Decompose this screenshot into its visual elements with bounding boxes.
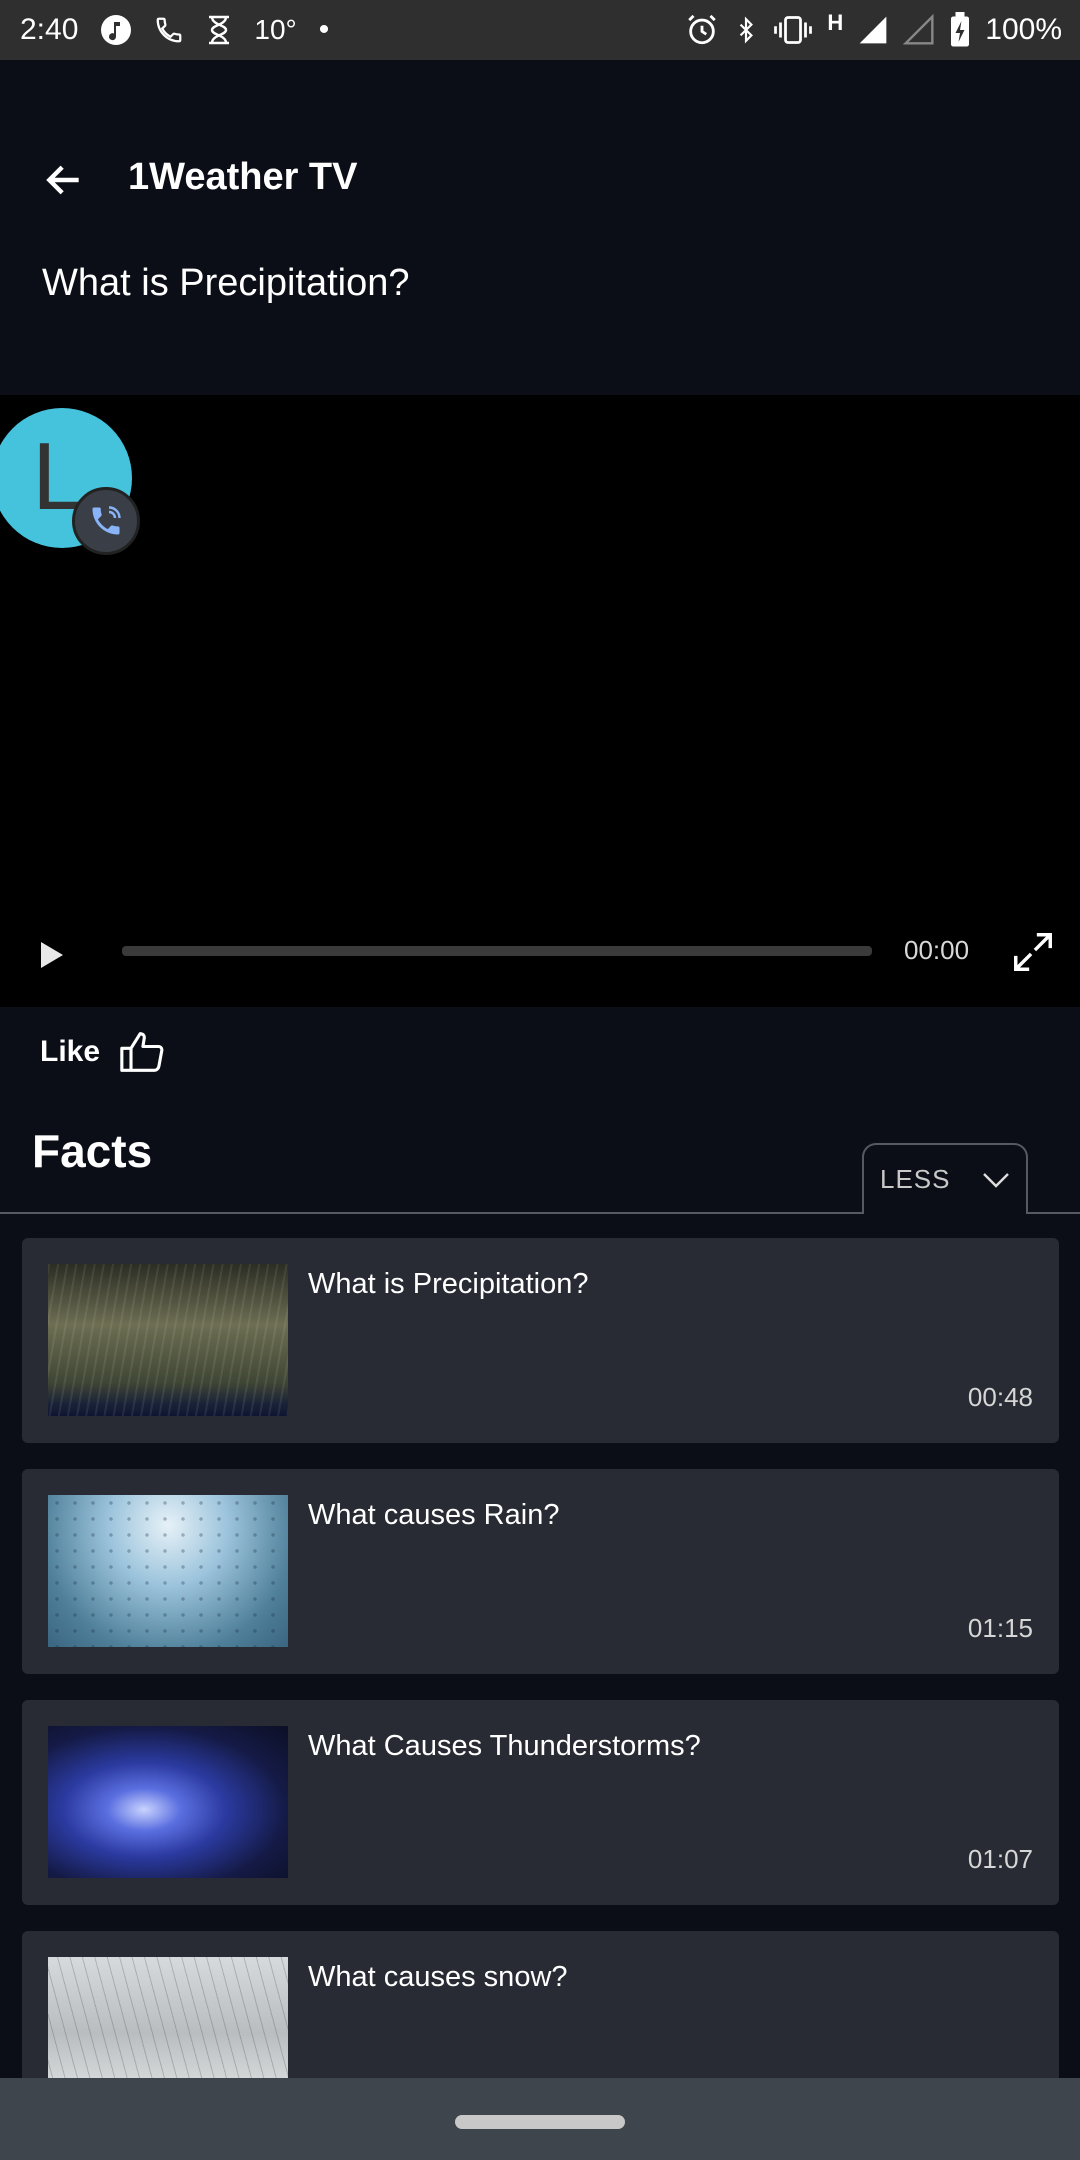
status-time: 2:40 bbox=[20, 13, 79, 46]
fact-card[interactable]: What causes Rain? 01:15 bbox=[22, 1469, 1059, 1674]
fact-thumbnail bbox=[48, 1726, 288, 1878]
call-badge bbox=[72, 487, 140, 555]
page-title: 1Weather TV bbox=[128, 156, 358, 198]
play-icon bbox=[41, 942, 63, 968]
network-type: H bbox=[827, 10, 844, 35]
status-bar: 2:40 10° • H 100% bbox=[0, 0, 1080, 60]
fact-duration: 00:48 bbox=[967, 1382, 1033, 1412]
less-label: LESS bbox=[880, 1164, 951, 1194]
alarm-icon bbox=[685, 13, 719, 47]
fact-thumbnail bbox=[48, 1495, 288, 1647]
status-dot: • bbox=[318, 13, 330, 46]
signal-icon bbox=[857, 14, 889, 46]
fullscreen-button[interactable] bbox=[1008, 927, 1058, 977]
back-button[interactable] bbox=[36, 152, 92, 208]
bluetooth-icon bbox=[733, 13, 759, 47]
fact-duration: 01:15 bbox=[967, 1613, 1033, 1643]
facts-heading: Facts bbox=[32, 1125, 153, 1177]
playback-time: 00:00 bbox=[904, 935, 970, 965]
thumbs-up-icon bbox=[120, 1032, 164, 1072]
wifi-call-icon bbox=[92, 506, 121, 535]
play-button[interactable] bbox=[32, 935, 72, 975]
fact-card[interactable]: What Causes Thunderstorms? 01:07 bbox=[22, 1700, 1059, 1905]
fullscreen-icon bbox=[1014, 933, 1052, 971]
battery-charging-icon bbox=[949, 12, 971, 48]
like-button[interactable]: Like bbox=[40, 1024, 166, 1080]
hourglass-icon bbox=[206, 15, 232, 45]
video-title: What is Precipitation? bbox=[42, 262, 410, 304]
vibrate-icon bbox=[773, 14, 813, 46]
fact-title: What Causes Thunderstorms? bbox=[308, 1730, 701, 1762]
fact-title: What causes Rain? bbox=[308, 1499, 560, 1531]
fact-duration: 01:07 bbox=[967, 1844, 1033, 1874]
chevron-down-icon bbox=[983, 1173, 1009, 1188]
like-label: Like bbox=[40, 1035, 101, 1068]
fact-title: What is Precipitation? bbox=[308, 1268, 589, 1300]
back-arrow-icon bbox=[46, 165, 79, 195]
less-toggle[interactable]: LESS bbox=[862, 1143, 1028, 1214]
fact-card[interactable]: What is Precipitation? 00:48 bbox=[22, 1238, 1059, 1443]
signal-empty-icon bbox=[903, 14, 935, 46]
home-gesture-handle[interactable] bbox=[455, 2115, 625, 2129]
fact-thumbnail bbox=[48, 1264, 288, 1416]
video-player[interactable]: 00:00 bbox=[0, 395, 1080, 1007]
app-bar bbox=[0, 60, 1080, 395]
phone-icon bbox=[154, 15, 184, 45]
fact-title: What causes snow? bbox=[308, 1961, 568, 1993]
progress-bar[interactable] bbox=[122, 946, 872, 956]
status-temperature: 10° bbox=[254, 14, 297, 45]
music-icon bbox=[100, 14, 132, 46]
battery-percent: 100% bbox=[985, 13, 1062, 46]
system-nav-bar bbox=[0, 2078, 1080, 2160]
